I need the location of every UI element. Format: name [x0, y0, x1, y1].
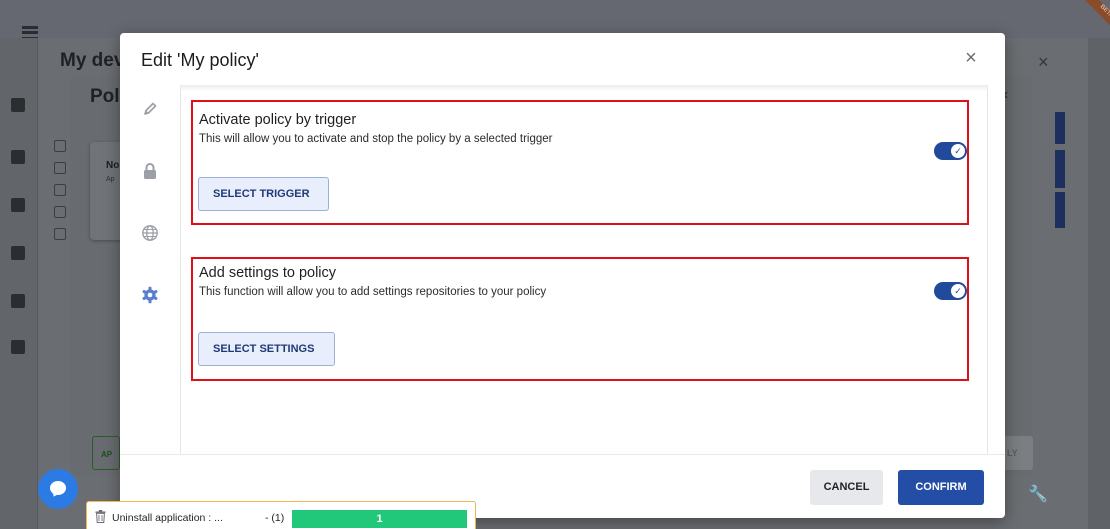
globe-icon[interactable]	[134, 217, 166, 249]
task-label: Uninstall application : ...	[112, 512, 223, 524]
list-rail-item[interactable]	[54, 206, 66, 218]
background-page-title: My dev	[60, 50, 125, 71]
modal-side-rail	[120, 85, 180, 455]
beta-ribbon: BETA	[1078, 0, 1110, 32]
background-sidebar	[0, 38, 38, 529]
cancel-button[interactable]: CANCEL	[810, 470, 883, 505]
sidebar-shield-icon[interactable]	[11, 198, 25, 212]
settings-section: Add settings to policy This function wil…	[191, 257, 969, 381]
section-title: Add settings to policy	[199, 265, 337, 281]
background-close-icon[interactable]: ×	[1038, 52, 1049, 73]
task-progress-toast: Uninstall application : ... - (1) 1	[86, 501, 476, 529]
beta-label: BETA	[1083, 0, 1110, 32]
list-rail-item[interactable]	[54, 162, 66, 174]
lock-icon[interactable]	[134, 155, 166, 187]
sidebar-users-icon[interactable]	[11, 246, 25, 260]
select-trigger-button[interactable]: SELECT TRIGGER	[198, 177, 329, 211]
background-right-bar	[1055, 112, 1065, 144]
task-progress-bar: 1	[292, 510, 467, 528]
edit-policy-modal: Edit 'My policy' × Activate policy by tr…	[120, 33, 1005, 518]
section-title: Activate policy by trigger	[199, 112, 357, 128]
background-right-bar	[1055, 192, 1065, 228]
chat-bubble-icon[interactable]	[38, 469, 78, 509]
sidebar-settings-icon[interactable]	[11, 340, 25, 354]
background-inner-title: Pol	[90, 86, 120, 107]
sidebar-reports-icon[interactable]	[11, 294, 25, 308]
wrench-icon[interactable]: 🔧	[1028, 484, 1048, 504]
section-description: This will allow you to activate and stop…	[199, 133, 553, 145]
task-progress-value: 1	[376, 513, 383, 525]
list-rail-item[interactable]	[54, 140, 66, 152]
modal-header: Edit 'My policy' ×	[120, 33, 1005, 85]
pencil-icon[interactable]	[134, 93, 166, 125]
background-left-button[interactable]: AP	[92, 436, 120, 470]
trigger-toggle[interactable]: ✓	[934, 142, 967, 160]
background-card-subtitle: Ap	[106, 176, 115, 183]
trigger-section: Activate policy by trigger This will all…	[191, 100, 969, 225]
check-icon: ✓	[951, 284, 965, 298]
background-card-title: No	[106, 160, 120, 171]
background-list-rail	[54, 140, 70, 310]
confirm-button[interactable]: CONFIRM	[898, 470, 984, 505]
trash-icon	[95, 510, 106, 523]
settings-toggle[interactable]: ✓	[934, 282, 967, 300]
background-right-bar	[1055, 150, 1065, 188]
sidebar-devices-icon[interactable]	[11, 150, 25, 164]
list-rail-item[interactable]	[54, 228, 66, 240]
modal-content: Activate policy by trigger This will all…	[180, 85, 988, 454]
close-icon[interactable]: ×	[960, 47, 982, 69]
list-rail-item[interactable]	[54, 184, 66, 196]
modal-title: Edit 'My policy'	[141, 50, 259, 70]
gear-icon[interactable]	[134, 279, 166, 311]
background-right-button[interactable]: LY	[1003, 436, 1033, 470]
check-icon: ✓	[951, 144, 965, 158]
section-description: This function will allow you to add sett…	[199, 286, 547, 298]
task-count: - (1)	[265, 512, 285, 524]
content-top-shadow	[180, 85, 988, 91]
select-settings-button[interactable]: SELECT SETTINGS	[198, 332, 335, 366]
sidebar-dashboard-icon[interactable]	[11, 98, 25, 112]
